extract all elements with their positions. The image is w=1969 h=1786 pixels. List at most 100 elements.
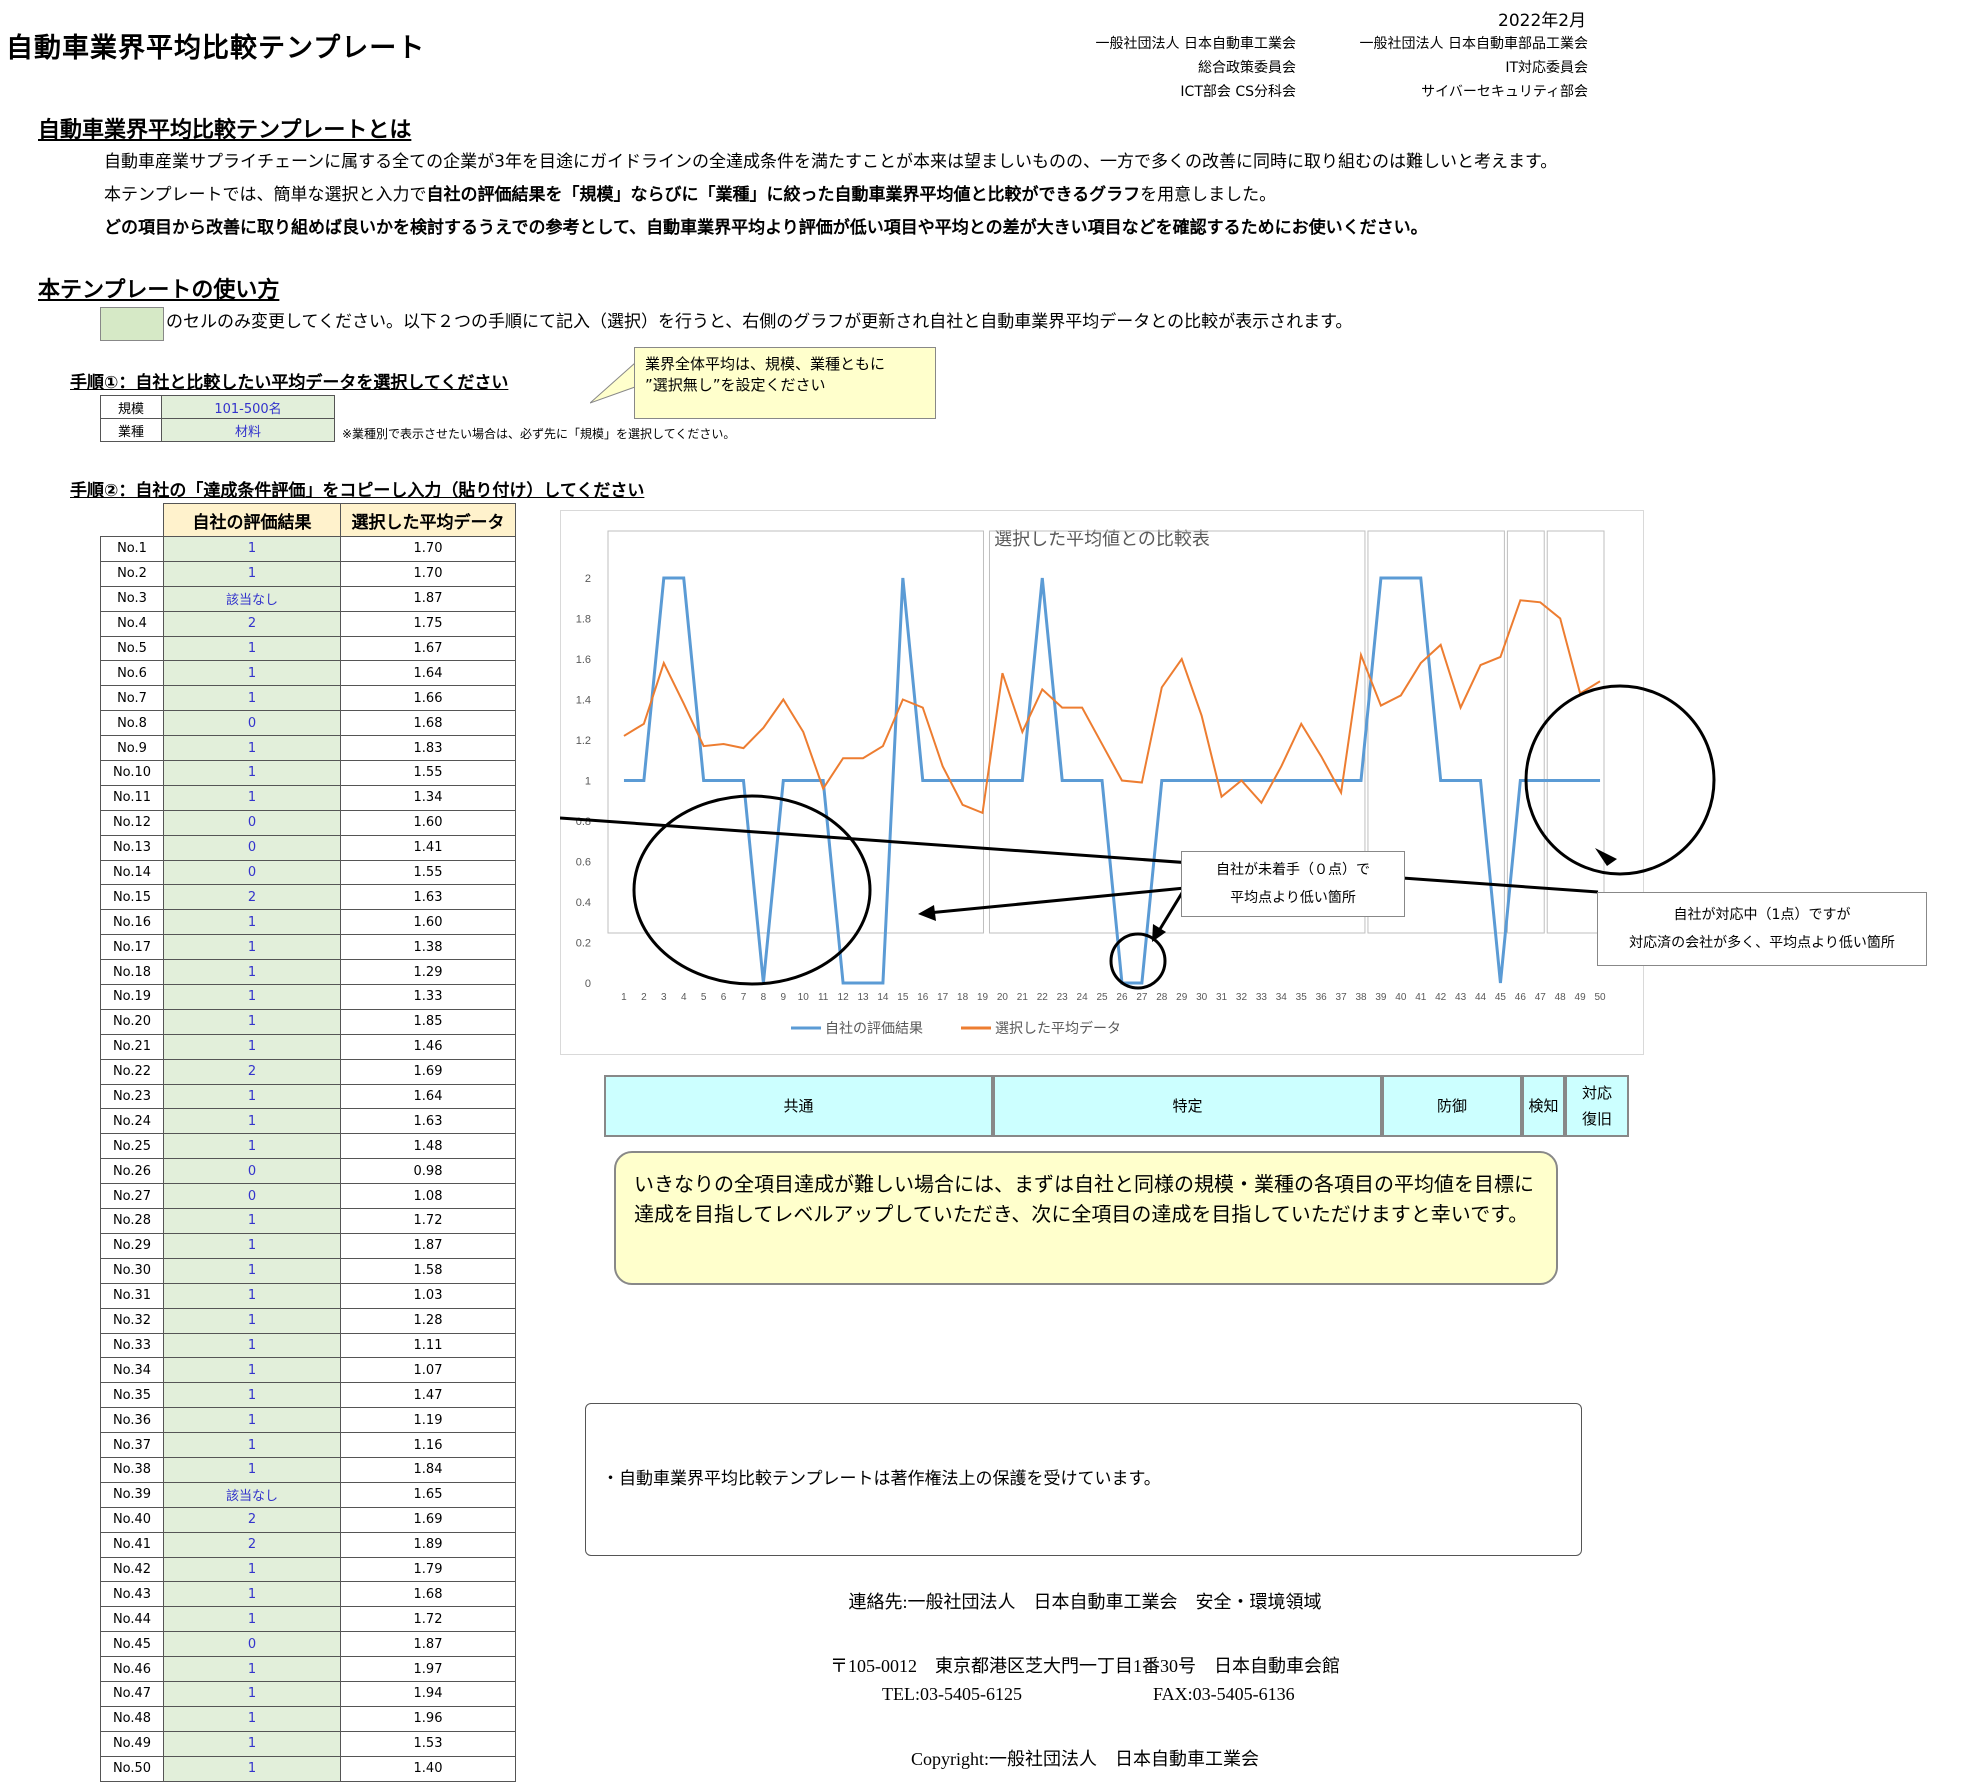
self-score-cell[interactable]: 1 (163, 1307, 341, 1334)
table-row: No.13 0 1.41 (100, 834, 516, 861)
row-number: No.27 (100, 1183, 164, 1210)
self-score-cell[interactable]: 1 (163, 784, 341, 811)
self-score-cell[interactable]: 1 (163, 685, 341, 712)
self-score-cell[interactable]: 1 (163, 1407, 341, 1434)
self-score-cell[interactable]: 1 (163, 1332, 341, 1359)
arrowhead (1595, 848, 1617, 866)
self-score-cell[interactable]: 1 (163, 1656, 341, 1682)
average-cell: 1.69 (340, 1506, 516, 1533)
self-score-cell[interactable]: 0 (163, 859, 341, 886)
average-cell: 1.65 (340, 1481, 516, 1508)
category-cell: 共通 (604, 1075, 993, 1137)
self-score-cell[interactable]: 2 (163, 884, 341, 911)
average-cell: 1.16 (340, 1432, 516, 1458)
footer-copyright: Copyright:一般社団法人 日本自動車工業会 (910, 1749, 1259, 1769)
table-row: No.9 1 1.83 (100, 735, 516, 762)
self-score-cell[interactable]: 1 (163, 959, 341, 986)
about-line-1: 自動車産業サプライチェーンに属する全ての企業が3年を目途にガイドラインの全達成条… (104, 152, 1558, 172)
step1-callout: 業界全体平均は、規模、業種ともに ”選択無し”を設定ください (634, 347, 936, 419)
self-score-cell[interactable]: 1 (163, 1680, 341, 1707)
y-tick-label: 2 (585, 573, 591, 585)
self-score-cell[interactable]: 0 (163, 1631, 341, 1658)
row-number: No.8 (100, 710, 164, 737)
self-score-cell[interactable]: 1 (163, 560, 341, 587)
row-number: No.18 (100, 959, 164, 986)
date-label: 2022年2月 (1498, 11, 1587, 31)
scale-label: 規模 (100, 395, 162, 419)
row-number: No.46 (100, 1656, 164, 1682)
row-number: No.13 (100, 834, 164, 861)
self-score-cell[interactable]: 0 (163, 834, 341, 861)
self-score-cell[interactable]: 該当なし (163, 1481, 341, 1508)
step1-selector-table: 規模 101-500名 業種 材料 (100, 395, 335, 442)
self-score-cell[interactable]: 1 (163, 1357, 341, 1384)
self-score-cell[interactable]: 2 (163, 610, 341, 637)
self-score-cell[interactable]: 1 (163, 984, 341, 1010)
org-right-line: IT対応委員会 (1505, 60, 1588, 76)
industry-select[interactable]: 材料 (161, 418, 335, 442)
self-score-cell[interactable]: 0 (163, 1183, 341, 1210)
self-score-cell[interactable]: 1 (163, 760, 341, 786)
self-score-cell[interactable]: 1 (163, 1755, 341, 1782)
table-row: No.33 1 1.11 (100, 1332, 516, 1359)
scale-select[interactable]: 101-500名 (161, 395, 335, 419)
self-score-cell[interactable]: 1 (163, 1432, 341, 1458)
average-cell: 1.11 (340, 1332, 516, 1359)
self-score-cell[interactable]: 1 (163, 934, 341, 961)
self-score-cell[interactable]: 1 (163, 1133, 341, 1160)
row-number: No.38 (100, 1456, 164, 1483)
table-row: No.35 1 1.47 (100, 1382, 516, 1409)
usage-heading: 本テンプレートの使い方 (38, 278, 280, 303)
self-score-cell[interactable]: 1 (163, 1232, 341, 1259)
self-score-cell[interactable]: 1 (163, 1033, 341, 1060)
self-score-cell[interactable]: 1 (163, 1456, 341, 1483)
self-score-cell[interactable]: 1 (163, 635, 341, 662)
average-cell: 1.84 (340, 1456, 516, 1483)
self-score-cell[interactable]: 1 (163, 1382, 341, 1409)
legend-label: 選択した平均データ (995, 1020, 1121, 1037)
table-row: No.29 1 1.87 (100, 1232, 516, 1259)
self-score-cell[interactable]: 1 (163, 660, 341, 687)
self-score-cell[interactable]: 1 (163, 1282, 341, 1309)
self-score-cell[interactable]: 1 (163, 1705, 341, 1732)
self-score-cell[interactable]: 1 (163, 1606, 341, 1633)
row-number: No.1 (100, 536, 164, 562)
self-score-cell[interactable]: 該当なし (163, 585, 341, 612)
self-score-cell[interactable]: 1 (163, 1108, 341, 1135)
table-row: No.2 1 1.70 (100, 560, 516, 587)
average-cell: 1.48 (340, 1133, 516, 1160)
average-cell: 1.75 (340, 610, 516, 637)
average-cell: 1.97 (340, 1656, 516, 1682)
average-cell: 1.40 (340, 1755, 516, 1782)
average-cell: 1.60 (340, 909, 516, 936)
average-cell: 1.58 (340, 1257, 516, 1284)
self-score-cell[interactable]: 1 (163, 1083, 341, 1110)
self-score-cell[interactable]: 2 (163, 1531, 341, 1558)
row-number: No.49 (100, 1730, 164, 1757)
self-score-cell[interactable]: 1 (163, 1008, 341, 1035)
average-cell: 1.38 (340, 934, 516, 961)
self-score-cell[interactable]: 0 (163, 710, 341, 737)
highlight-circle (632, 794, 872, 986)
average-cell: 1.33 (340, 984, 516, 1010)
self-score-cell[interactable]: 2 (163, 1058, 341, 1085)
self-score-cell[interactable]: 0 (163, 809, 341, 836)
self-score-cell[interactable]: 1 (163, 909, 341, 936)
table-row: No.48 1 1.96 (100, 1705, 516, 1732)
self-score-cell[interactable]: 1 (163, 735, 341, 762)
org-right-line: サイバーセキュリティ部会 (1421, 84, 1588, 100)
table-row: No.18 1 1.29 (100, 959, 516, 986)
self-score-cell[interactable]: 2 (163, 1506, 341, 1533)
self-score-cell[interactable]: 0 (163, 1158, 341, 1185)
self-score-cell[interactable]: 1 (163, 1730, 341, 1757)
highlight-circle (1109, 932, 1167, 990)
footer-tel: TEL:03-5405-6125 (882, 1684, 1022, 1704)
self-score-cell[interactable]: 1 (163, 1257, 341, 1284)
average-cell: 1.79 (340, 1556, 516, 1583)
self-score-cell[interactable]: 1 (163, 1208, 341, 1234)
table-row: No.49 1 1.53 (100, 1730, 516, 1757)
self-score-cell[interactable]: 1 (163, 1581, 341, 1608)
table-row: No.39 該当なし 1.65 (100, 1481, 516, 1508)
self-score-cell[interactable]: 1 (163, 536, 341, 562)
self-score-cell[interactable]: 1 (163, 1556, 341, 1583)
